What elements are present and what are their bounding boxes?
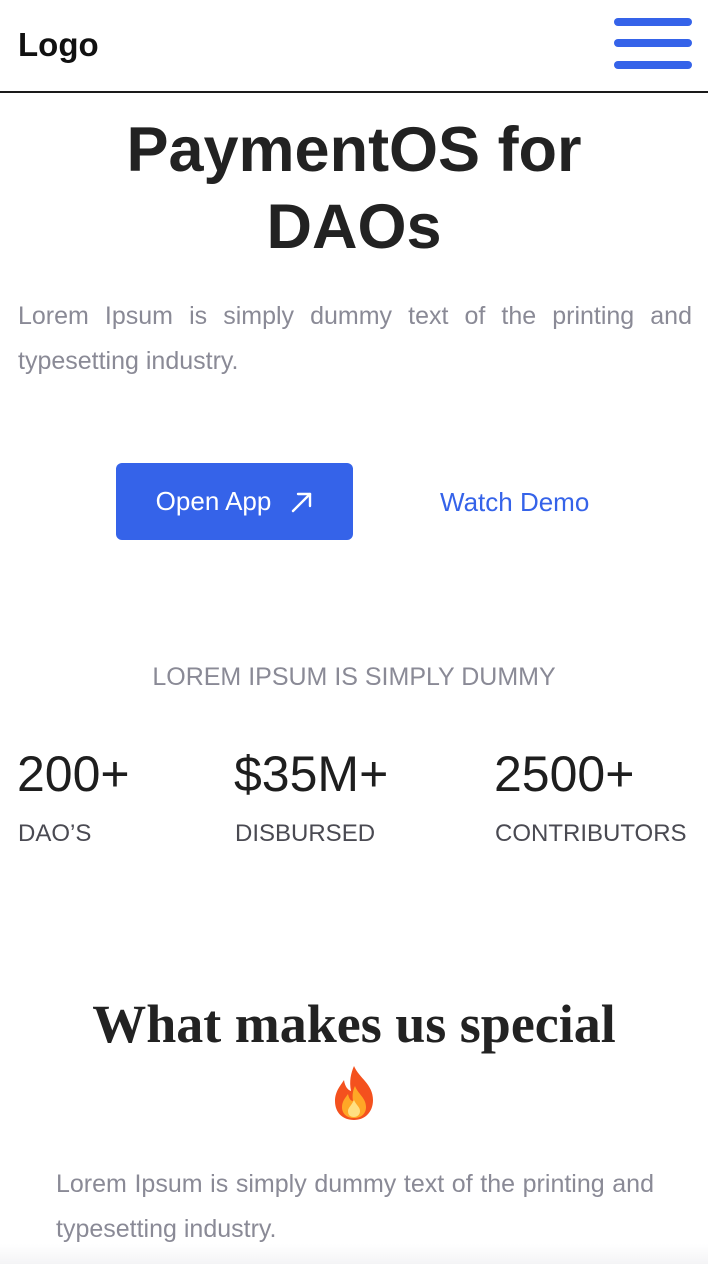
- stat-value-daos: 200+: [17, 746, 130, 802]
- hamburger-menu-icon[interactable]: [614, 18, 692, 72]
- navbar: Logo: [0, 0, 708, 93]
- stat-value-contributors: 2500+: [494, 746, 635, 802]
- logo[interactable]: Logo: [18, 26, 99, 64]
- hero-title-line2: DAOs: [266, 192, 442, 262]
- hero-title-line1: PaymentOS for: [126, 115, 582, 185]
- hero-title: PaymentOS for DAOs: [0, 112, 708, 266]
- special-title: What makes us special: [92, 994, 616, 1054]
- menu-bar: [614, 18, 692, 26]
- bottom-edge-shadow: [0, 1244, 708, 1264]
- stat-label-disbursed: DISBURSED: [235, 820, 376, 847]
- open-app-label: Open App: [155, 486, 272, 516]
- arrow-up-right-icon: [292, 492, 312, 512]
- menu-bar: [614, 61, 692, 69]
- hero-description: Lorem Ipsum is simply dummy text of the …: [18, 302, 692, 375]
- open-app-button[interactable]: Open App: [116, 463, 353, 540]
- stats-caption: LOREM IPSUM IS SIMPLY DUMMY: [152, 663, 556, 691]
- stat-label-daos: DAO’S: [18, 820, 92, 847]
- fire-icon: [335, 1066, 373, 1120]
- stat-value-disbursed: $35M+: [234, 746, 389, 802]
- stat-label-contributors: CONTRIBUTORS: [495, 820, 687, 847]
- menu-bar: [614, 39, 692, 47]
- special-description: Lorem Ipsum is simply dummy text of the …: [56, 1170, 654, 1243]
- watch-demo-link[interactable]: Watch Demo: [440, 486, 589, 518]
